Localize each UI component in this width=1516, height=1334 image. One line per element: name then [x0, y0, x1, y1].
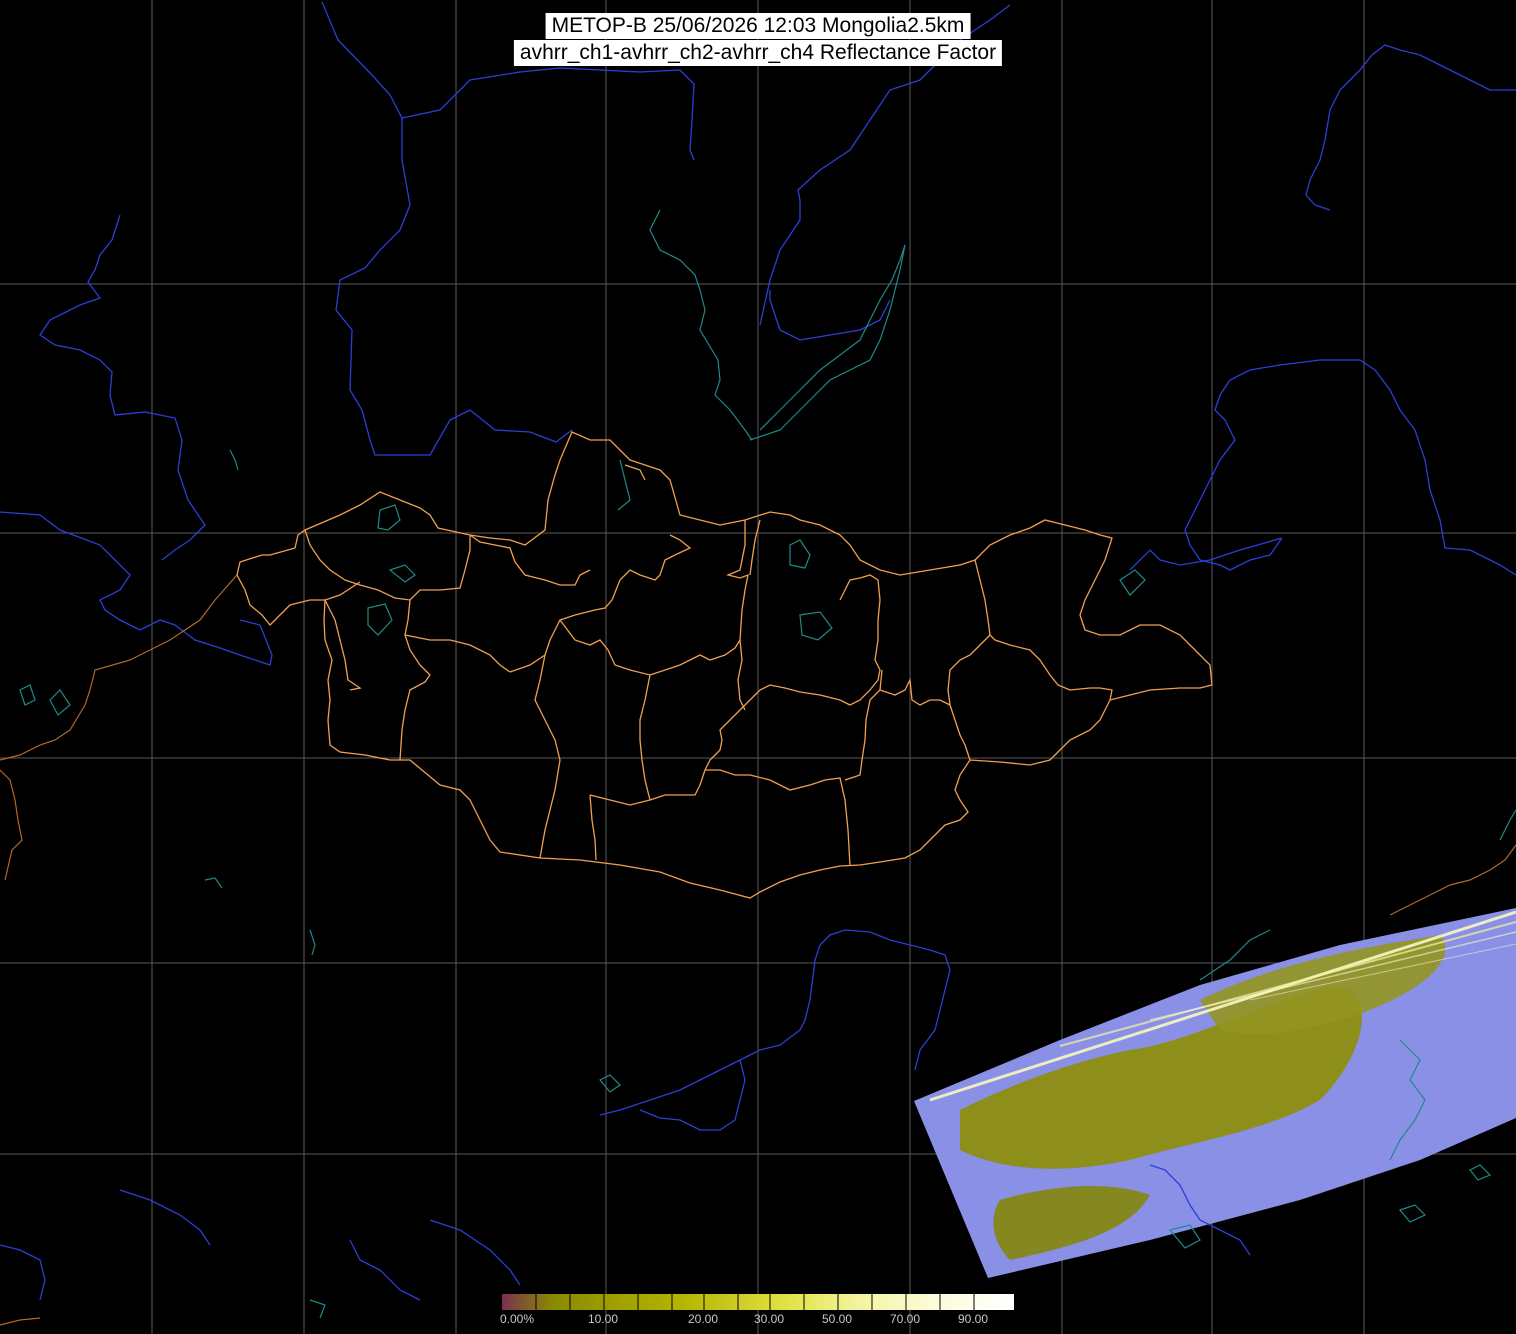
colorbar-gradient: [502, 1294, 1012, 1310]
mongolia-province-borders: [236, 431, 1213, 899]
colorbar-tick-label: 30.00: [754, 1312, 785, 1326]
title-line-1: METOP-B 25/06/2026 12:03 Mongolia2.5km: [545, 13, 971, 39]
colorbar-tick-label: 20.00: [688, 1312, 719, 1326]
map-canvas: [0, 0, 1516, 1334]
colorbar-tick-label: 70.00: [890, 1312, 921, 1326]
title-line-2: avhrr_ch1-avhrr_ch2-avhrr_ch4 Reflectanc…: [513, 40, 1003, 66]
colorbar-tick-label: 10.00: [588, 1312, 619, 1326]
mongolia-outline: [236, 431, 1213, 899]
satellite-map: METOP-B 25/06/2026 12:03 Mongolia2.5km a…: [0, 0, 1516, 1334]
colorbar-tick-label: 90.00: [958, 1312, 989, 1326]
colorbar-tick-label: 50.00: [822, 1312, 853, 1326]
colorbar-tick-label: 0.00%: [500, 1312, 535, 1326]
colorbar: [502, 1294, 1014, 1310]
